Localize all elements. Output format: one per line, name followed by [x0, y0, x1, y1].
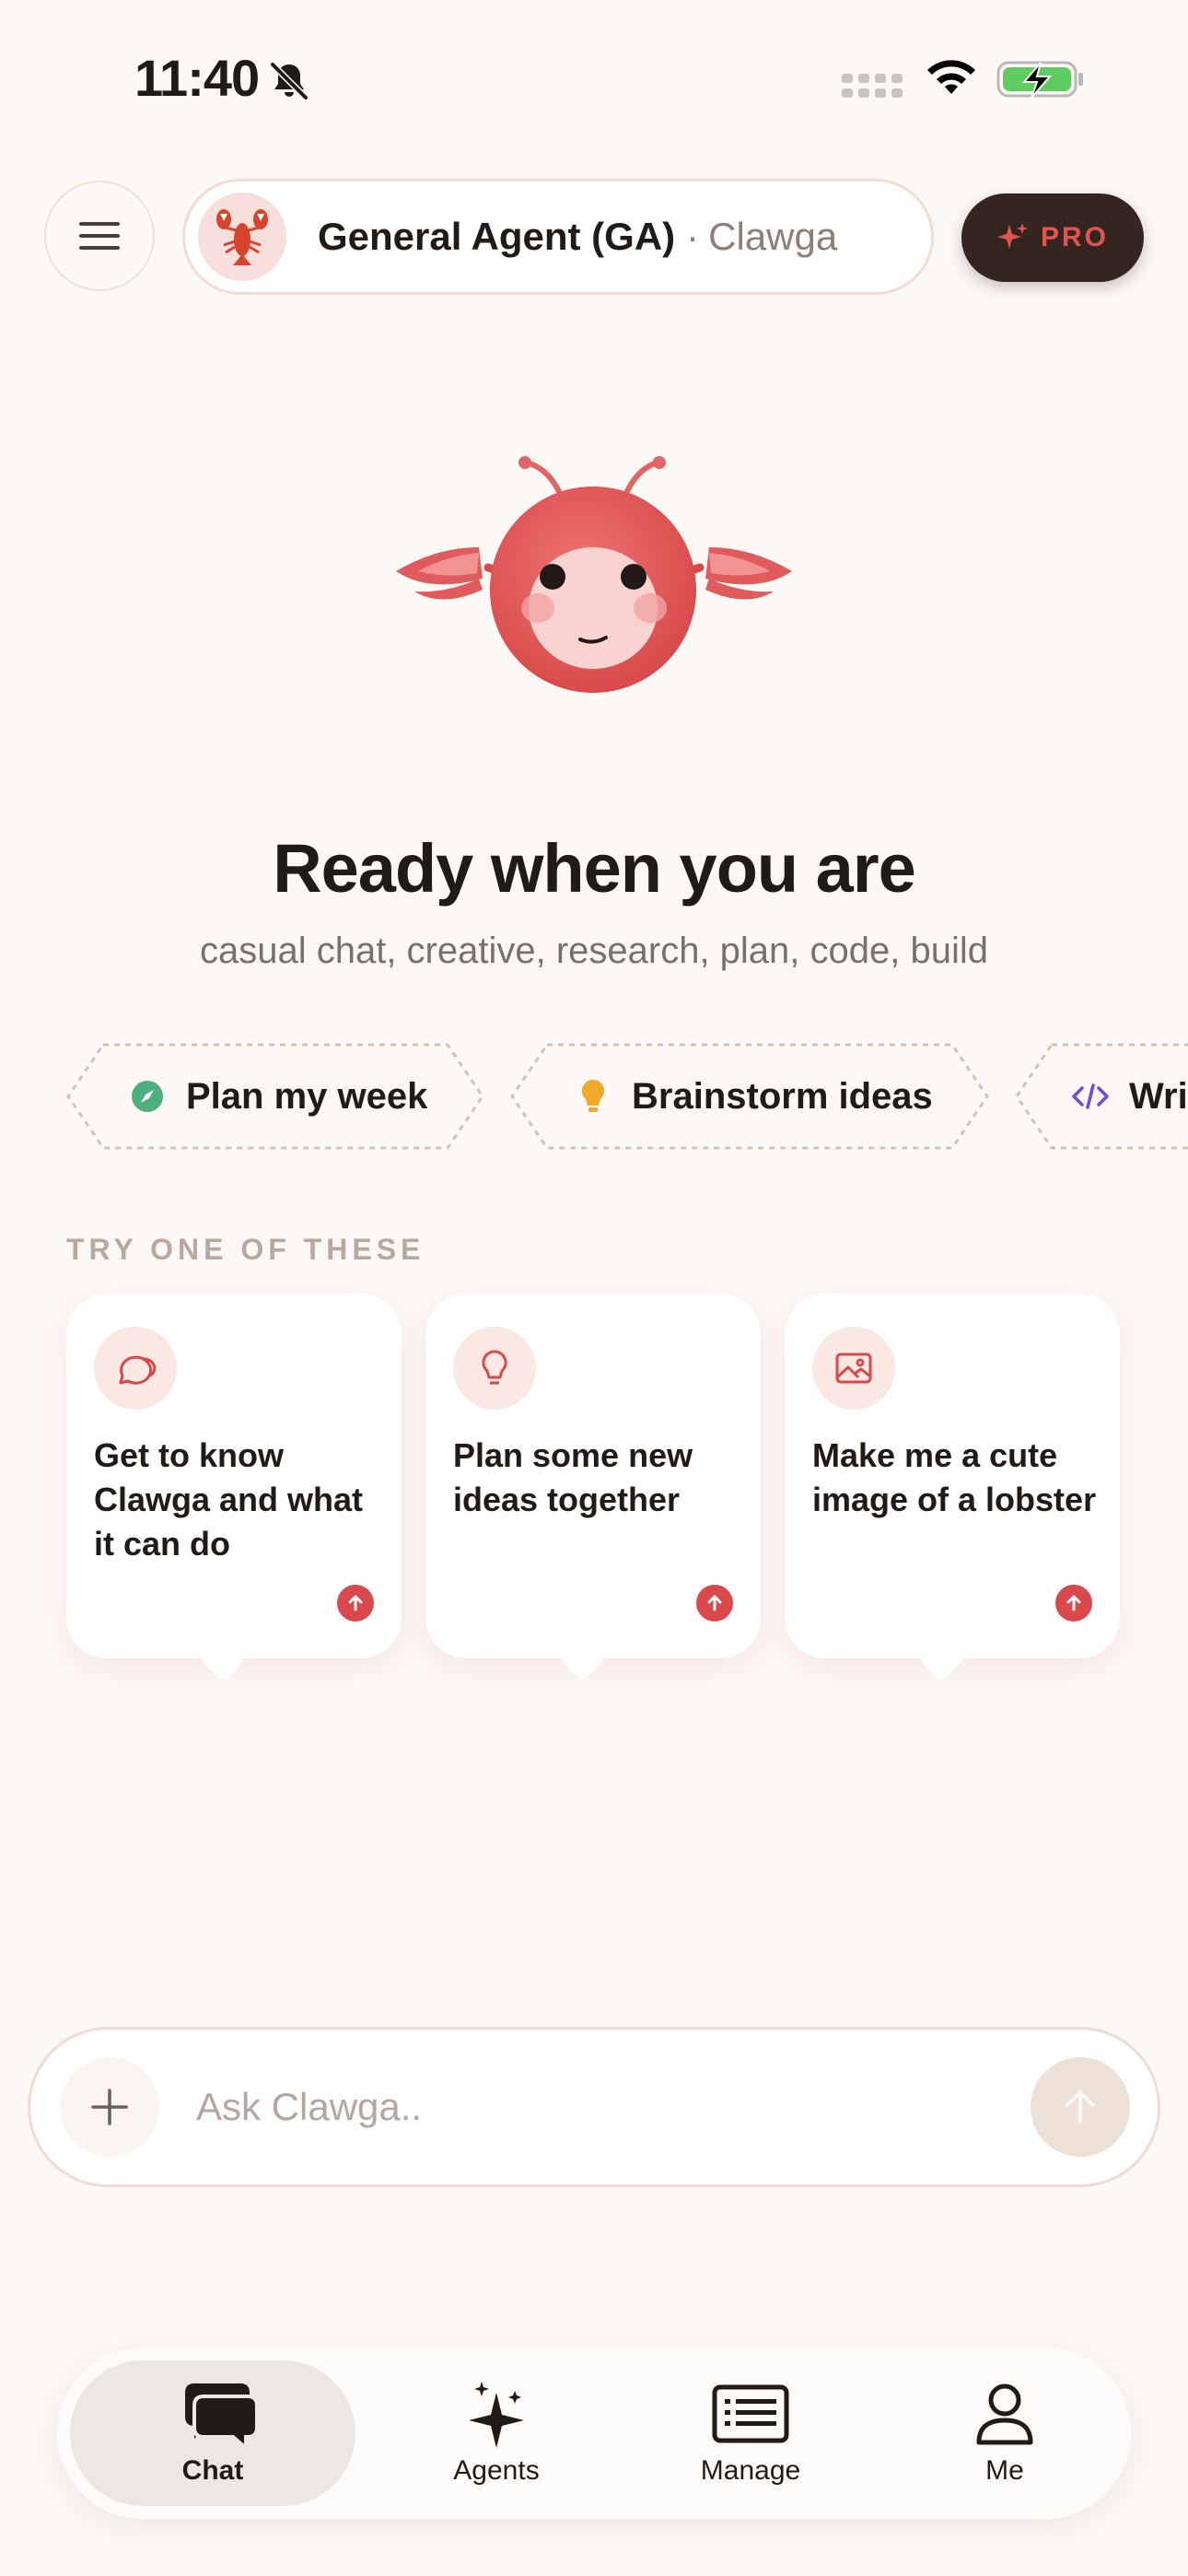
- newspaper-icon: [705, 2380, 797, 2448]
- suggestion-card[interactable]: Make me a cute image of a lobster: [785, 1294, 1120, 1682]
- lobster-mascot-icon: [396, 456, 792, 693]
- send-button[interactable]: [1031, 2057, 1130, 2157]
- suggestion-card[interactable]: Get to know Clawga and what it can do: [66, 1294, 402, 1682]
- hero-title: Ready when you are: [273, 830, 916, 907]
- pro-button[interactable]: PRO: [961, 193, 1144, 282]
- card-tail: [199, 1634, 247, 1682]
- card-send-icon[interactable]: [1055, 1585, 1092, 1622]
- chip-write[interactable]: Wri: [1015, 1043, 1188, 1150]
- pro-label: PRO: [1040, 222, 1109, 252]
- agent-separator: ·: [686, 215, 700, 258]
- section-label: TRY ONE OF THESE: [66, 1233, 425, 1266]
- agent-avatar: [198, 193, 286, 281]
- status-time: 11:40: [134, 49, 260, 107]
- card-text: Make me a cute image of a lobster: [812, 1436, 1097, 1518]
- person-icon: [959, 2380, 1051, 2448]
- compass-icon: [129, 1078, 166, 1115]
- cellular-signal-icon: [842, 74, 903, 98]
- tab-label: Manage: [700, 2455, 801, 2486]
- chip-brainstorm-ideas[interactable]: Brainstorm ideas: [510, 1043, 989, 1150]
- tab-label: Me: [985, 2455, 1024, 2486]
- battery-charging-icon: [996, 61, 1083, 99]
- hamburger-menu-icon: [79, 222, 120, 250]
- lightbulb-icon: [575, 1078, 611, 1115]
- chip-plan-my-week[interactable]: Plan my week: [66, 1043, 484, 1150]
- plus-icon: [91, 2089, 128, 2125]
- add-attachment-button[interactable]: [60, 2057, 159, 2157]
- tab-manage[interactable]: Manage: [635, 2360, 866, 2506]
- menu-button[interactable]: [44, 181, 155, 291]
- card-send-icon[interactable]: [696, 1585, 733, 1622]
- tab-label: Chat: [181, 2455, 244, 2486]
- chip-label: Brainstorm ideas: [632, 1075, 933, 1117]
- code-icon: [1072, 1078, 1109, 1115]
- agent-brand: Clawga: [708, 215, 838, 258]
- card-send-icon[interactable]: [337, 1585, 374, 1622]
- ask-input[interactable]: [196, 2057, 1025, 2157]
- tab-agents[interactable]: Agents: [381, 2360, 611, 2506]
- sparkles-icon: [450, 2380, 542, 2448]
- card-text: Plan some new ideas together: [453, 1436, 693, 1518]
- tab-bar: Chat Agents Manage Me: [57, 2348, 1131, 2519]
- chat-bubbles-icon: [94, 1327, 177, 1410]
- hero-subtitle: casual chat, creative, research, plan, c…: [199, 931, 989, 971]
- image-icon: [812, 1327, 895, 1410]
- wifi-icon: [927, 60, 975, 94]
- chat-bubbles-icon: [167, 2380, 259, 2448]
- agent-selector[interactable]: General Agent (GA) · Clawga: [182, 179, 934, 295]
- bell-slash-icon: [270, 62, 309, 100]
- lobster-icon: [216, 209, 268, 265]
- agent-name: General Agent (GA): [318, 215, 676, 258]
- chip-label: Plan my week: [186, 1075, 428, 1117]
- sparkle-icon: [996, 223, 1028, 249]
- arrow-up-icon: [1066, 2090, 1095, 2124]
- chat-input-bar: [28, 2027, 1160, 2187]
- tab-chat[interactable]: Chat: [70, 2360, 355, 2506]
- card-tail: [558, 1634, 606, 1682]
- lightbulb-icon: [453, 1327, 536, 1410]
- chip-label: Wri: [1129, 1075, 1188, 1117]
- card-tail: [917, 1634, 965, 1682]
- tab-label: Agents: [453, 2455, 540, 2486]
- suggestion-card[interactable]: Plan some new ideas together: [425, 1294, 761, 1682]
- tab-me[interactable]: Me: [890, 2360, 1120, 2506]
- card-text: Get to know Clawga and what it can do: [94, 1436, 364, 1563]
